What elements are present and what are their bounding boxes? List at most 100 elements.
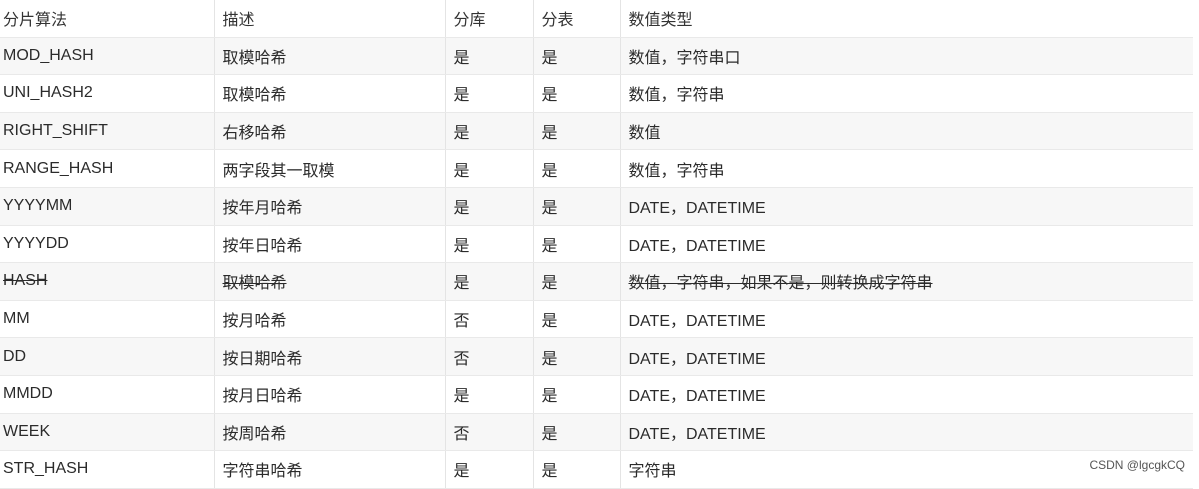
cell-description: 按日期哈希 [214,337,446,376]
cell-shard-table-text: 是 [541,313,558,331]
cell-shard-db: 是 [445,149,534,188]
table-row: HASH 取模哈希 是 是 数值，字符串，如果不是，则转换成字符串 [0,262,1193,301]
cell-value-type-text: 数值，字符串口 [628,49,741,67]
cell-shard-table-text: 是 [541,49,558,67]
cell-shard-table-text: 是 [541,125,558,143]
cell-shard-db-text: 是 [453,237,470,255]
cell-value-type: DATE，DATETIME [620,413,1193,452]
cell-value-type: DATE，DATETIME [620,337,1193,376]
cell-shard-table: 是 [533,375,621,414]
cell-algorithm-text: MOD_HASH [3,46,94,64]
table-row: STR_HASH 字符串哈希 是 是 字符串 [0,450,1193,489]
cell-shard-table: 是 [533,225,621,264]
table-header: 分片算法 描述 分库 分表 数值类型 [0,0,1193,38]
cell-shard-table: 是 [533,74,621,113]
cell-description-text: 按日期哈希 [222,350,303,368]
table-row: MM 按月哈希 否 是 DATE，DATETIME [0,300,1193,339]
cell-algorithm-text: STR_HASH [3,460,89,478]
cell-algorithm-text: MM [3,310,30,328]
cell-algorithm: MM [0,300,215,339]
cell-description-text: 取模哈希 [222,87,287,105]
table-row: UNI_HASH2 取模哈希 是 是 数值，字符串 [0,74,1193,113]
cell-description-text: 右移哈希 [222,125,287,143]
cell-algorithm: RANGE_HASH [0,149,215,188]
cell-value-type-text: 字符串 [628,463,677,481]
cell-value-type-text: DATE，DATETIME [628,350,766,368]
cell-shard-db-text: 是 [453,49,470,67]
cell-description: 按年月哈希 [214,187,446,226]
cell-algorithm-text: HASH [3,272,48,290]
cell-shard-table-text: 是 [541,388,558,406]
cell-description-text: 按月日哈希 [222,388,303,406]
cell-value-type: DATE，DATETIME [620,375,1193,414]
cell-shard-table: 是 [533,450,621,489]
table-row: YYYYMM 按年月哈希 是 是 DATE，DATETIME [0,187,1193,226]
cell-value-type-text: DATE，DATETIME [628,237,766,255]
cell-description-text: 取模哈希 [222,49,287,67]
cell-value-type: 数值，字符串，如果不是，则转换成字符串 [620,262,1193,301]
cell-value-type-text: 数值，字符串 [628,87,725,105]
cell-algorithm: RIGHT_SHIFT [0,112,215,151]
table-row: WEEK 按周哈希 否 是 DATE，DATETIME [0,413,1193,452]
cell-description-text: 字符串哈希 [222,463,303,481]
cell-algorithm: YYYYMM [0,187,215,226]
cell-algorithm-text: YYYYDD [3,234,69,252]
cell-value-type-text: DATE，DATETIME [628,313,766,331]
cell-algorithm-text: UNI_HASH2 [3,84,93,102]
cell-algorithm: UNI_HASH2 [0,74,215,113]
cell-shard-db: 否 [445,337,534,376]
cell-shard-db: 是 [445,112,534,151]
cell-algorithm-text: YYYYMM [3,197,73,215]
cell-shard-table: 是 [533,300,621,339]
cell-algorithm: WEEK [0,413,215,452]
cell-value-type-text: 数值，字符串，如果不是，则转换成字符串 [628,275,933,293]
cell-algorithm: DD [0,337,215,376]
table-row: RANGE_HASH 两字段其一取模 是 是 数值，字符串 [0,149,1193,188]
cell-description-text: 按周哈希 [222,425,287,443]
cell-description: 按月哈希 [214,300,446,339]
cell-shard-db-text: 是 [453,162,470,180]
cell-value-type: 数值，字符串 [620,74,1193,113]
cell-value-type-text: 数值，字符串 [628,162,725,180]
cell-algorithm-text: WEEK [3,422,51,440]
cell-description-text: 两字段其一取模 [222,162,335,180]
cell-description: 两字段其一取模 [214,149,446,188]
table-row: RIGHT_SHIFT 右移哈希 是 是 数值 [0,112,1193,151]
cell-shard-db-text: 是 [453,275,470,293]
cell-shard-table: 是 [533,37,621,76]
cell-shard-db-text: 是 [453,125,470,143]
cell-algorithm: HASH [0,262,215,301]
cell-shard-table: 是 [533,413,621,452]
cell-description: 按周哈希 [214,413,446,452]
cell-description-text: 按年月哈希 [222,200,303,218]
cell-shard-db: 是 [445,74,534,113]
cell-shard-table-text: 是 [541,463,558,481]
cell-shard-db-text: 是 [453,463,470,481]
cell-value-type: 数值，字符串 [620,149,1193,188]
cell-shard-db-text: 是 [453,388,470,406]
cell-shard-db-text: 否 [453,425,470,443]
cell-algorithm-text: MMDD [3,385,53,403]
cell-shard-table-text: 是 [541,350,558,368]
cell-description-text: 按月哈希 [222,313,287,331]
cell-shard-db: 是 [445,225,534,264]
cell-shard-table-text: 是 [541,237,558,255]
header-row: 分片算法 描述 分库 分表 数值类型 [0,0,1193,38]
cell-description: 取模哈希 [214,262,446,301]
cell-description: 字符串哈希 [214,450,446,489]
cell-shard-db: 是 [445,37,534,76]
cell-description-text: 取模哈希 [222,275,287,293]
cell-shard-table: 是 [533,187,621,226]
cell-description: 右移哈希 [214,112,446,151]
cell-value-type: 数值 [620,112,1193,151]
cell-shard-db: 否 [445,413,534,452]
cell-shard-table-text: 是 [541,162,558,180]
header-shard-db: 分库 [445,0,534,38]
cell-description: 取模哈希 [214,37,446,76]
cell-shard-table-text: 是 [541,275,558,293]
cell-shard-db-text: 否 [453,313,470,331]
cell-value-type-text: DATE，DATETIME [628,425,766,443]
cell-shard-db: 否 [445,300,534,339]
header-value-type: 数值类型 [620,0,1193,38]
table-row: YYYYDD 按年日哈希 是 是 DATE，DATETIME [0,225,1193,264]
